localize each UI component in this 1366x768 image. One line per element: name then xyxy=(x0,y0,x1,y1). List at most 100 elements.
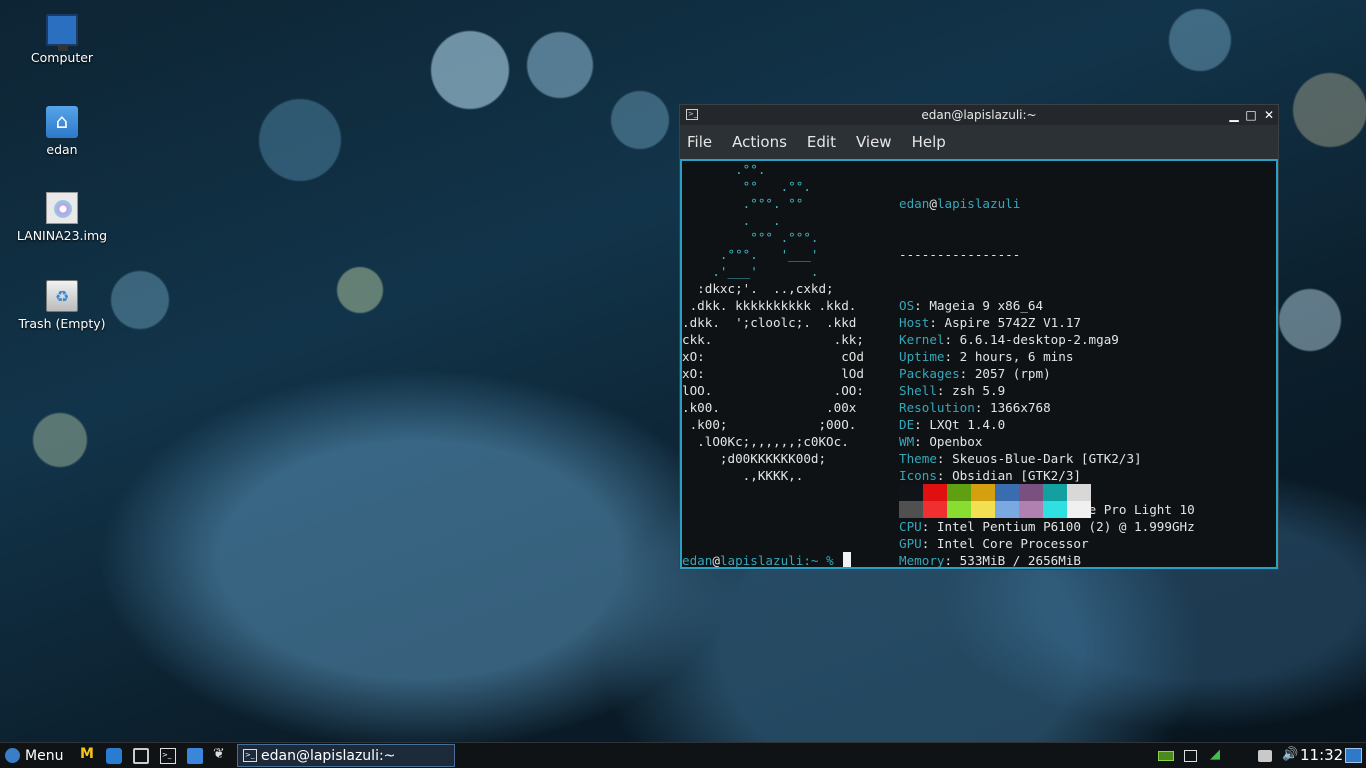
desktop-icon-computer[interactable]: Computer xyxy=(7,14,117,65)
palette-swatch xyxy=(947,501,971,518)
info-key: Icons xyxy=(899,468,937,483)
logo-line: .°°. xyxy=(682,162,766,177)
shell-prompt[interactable]: edan@lapislazuli:~ % xyxy=(682,552,852,569)
logo-line: .°°°. '___' xyxy=(682,247,819,262)
info-key: Host xyxy=(899,315,930,330)
info-key: GPU xyxy=(899,536,922,551)
menu-view[interactable]: View xyxy=(856,133,892,151)
maximize-button[interactable]: □ xyxy=(1243,105,1259,125)
info-value: : 6.6.14-desktop-2.mga9 xyxy=(944,332,1119,347)
menu-edit[interactable]: Edit xyxy=(807,133,836,151)
info-value: : 2057 (rpm) xyxy=(959,366,1051,381)
palette-swatch xyxy=(923,484,947,501)
logo-line: :dkxc;'. ..,cxkd; xyxy=(682,281,834,296)
logo-line: . . xyxy=(682,213,781,228)
info-key: Uptime xyxy=(899,349,945,364)
info-key: Packages xyxy=(899,366,960,381)
desktop-icon-label: Trash (Empty) xyxy=(18,316,106,331)
palette-swatch xyxy=(923,501,947,518)
info-value: : 1366x768 xyxy=(974,400,1051,415)
menu-button[interactable]: Menu xyxy=(5,743,63,768)
terminal-output[interactable]: .°°. °° .°°. .°°°. °° . . °°° .°°°. .°°°… xyxy=(680,159,1278,569)
removable-drive-icon[interactable] xyxy=(1258,750,1272,762)
screenshot-launcher-icon[interactable] xyxy=(133,748,149,764)
info-row: Host: Aspire 5742Z V1.17 xyxy=(899,314,1195,331)
info-value: : Obsidian [GTK2/3] xyxy=(936,468,1081,483)
taskbar: Menu M >_ ❦ >_ edan@lapislazuli:~ ◢ 🔊 11… xyxy=(0,742,1366,768)
info-row: Packages: 2057 (rpm) xyxy=(899,365,1195,382)
menu-label: Menu xyxy=(25,747,64,764)
close-button[interactable]: ✕ xyxy=(1261,105,1277,125)
wifi-icon[interactable]: ◢ xyxy=(1210,747,1226,763)
text-cursor xyxy=(843,552,852,567)
info-row: Resolution: 1366x768 xyxy=(899,399,1195,416)
window-titlebar[interactable]: >_ edan@lapislazuli:~ ▁ □ ✕ xyxy=(680,105,1278,125)
info-row: Kernel: 6.6.14-desktop-2.mga9 xyxy=(899,331,1195,348)
desktop-icon-label: LANINA23.img xyxy=(16,228,108,243)
info-row: DE: LXQt 1.4.0 xyxy=(899,416,1195,433)
computer-icon xyxy=(46,14,78,51)
info-separator: ---------------- xyxy=(899,247,1021,262)
info-row: Uptime: 2 hours, 6 mins xyxy=(899,348,1195,365)
clock[interactable]: 11:32 xyxy=(1300,743,1343,768)
info-value: : 2 hours, 6 mins xyxy=(944,349,1074,364)
info-value: : Intel Pentium P6100 (2) @ 1.999GHz xyxy=(921,519,1195,534)
logo-line: .'___' . xyxy=(682,264,819,279)
desktop-icon-label: edan xyxy=(46,142,78,157)
info-key: Memory xyxy=(899,553,945,568)
palette-swatch xyxy=(1019,501,1043,518)
logo-line: .°°°. °° xyxy=(682,196,804,211)
media-player-tray-icon[interactable] xyxy=(1184,750,1197,762)
menu-help[interactable]: Help xyxy=(912,133,946,151)
terminal-window[interactable]: >_ edan@lapislazuli:~ ▁ □ ✕ File Actions… xyxy=(679,104,1279,570)
logo-line: xO: lOd xyxy=(682,366,864,381)
butterfly-launcher-icon[interactable]: ❦ xyxy=(213,746,229,762)
desktop-icon-trash[interactable]: Trash (Empty) xyxy=(7,280,117,331)
show-desktop-icon[interactable] xyxy=(1345,748,1362,763)
terminal-app-icon[interactable]: >_ xyxy=(686,109,698,120)
file-manager-launcher-icon[interactable] xyxy=(106,748,122,764)
info-key: WM xyxy=(899,434,915,449)
info-row: OS: Mageia 9 x86_64 xyxy=(899,297,1195,314)
logo-line: ;d00KKKKKK00d; xyxy=(682,451,827,466)
home-launcher-icon[interactable] xyxy=(187,748,203,764)
minimize-button[interactable]: ▁ xyxy=(1226,105,1242,125)
terminal-launcher-icon[interactable]: >_ xyxy=(160,748,176,764)
palette-swatch xyxy=(1043,484,1067,501)
info-key: Resolution xyxy=(899,400,975,415)
distro-ascii-logo: .°°. °° .°°. .°°°. °° . . °°° .°°°. .°°°… xyxy=(682,161,864,484)
info-row: CPU: Intel Pentium P6100 (2) @ 1.999GHz xyxy=(899,518,1195,535)
battery-icon[interactable] xyxy=(1158,751,1174,761)
logo-line: .lO0Kc;,,,,,,;c0KOc. xyxy=(682,434,849,449)
palette-swatch xyxy=(1067,484,1091,501)
terminal-task-icon: >_ xyxy=(243,749,257,762)
volume-icon[interactable]: 🔊 xyxy=(1282,747,1298,763)
info-key: Theme xyxy=(899,451,937,466)
logo-line: °° .°°. xyxy=(682,179,811,194)
menu-file[interactable]: File xyxy=(687,133,712,151)
desktop-icon-home[interactable]: edan xyxy=(7,106,117,157)
info-key: Shell xyxy=(899,383,937,398)
taskbar-window-terminal[interactable]: >_ edan@lapislazuli:~ xyxy=(237,744,455,767)
mail-launcher-icon[interactable]: M xyxy=(80,746,96,762)
palette-swatch xyxy=(947,484,971,501)
prompt-user: edan xyxy=(682,553,713,568)
info-value: : 533MiB / 2656MiB xyxy=(944,553,1081,568)
logo-line: xO: cOd xyxy=(682,349,864,364)
info-host: lapislazuli xyxy=(936,196,1021,211)
info-key: DE xyxy=(899,417,915,432)
info-row: WM: Openbox xyxy=(899,433,1195,450)
terminal-menubar: File Actions Edit View Help xyxy=(680,125,1278,159)
info-value: : Openbox xyxy=(914,434,983,449)
palette-swatch xyxy=(1067,501,1091,518)
info-key: OS xyxy=(899,298,915,313)
info-value: : zsh 5.9 xyxy=(936,383,1006,398)
menu-actions[interactable]: Actions xyxy=(732,133,787,151)
palette-swatch xyxy=(1043,501,1067,518)
info-row: Icons: Obsidian [GTK2/3] xyxy=(899,467,1195,484)
palette-swatch xyxy=(971,501,995,518)
logo-line: .dkk. ';cloolc;. .kkd xyxy=(682,315,857,330)
prompt-path: :~ xyxy=(803,553,819,568)
disc-image-icon xyxy=(46,192,78,224)
desktop-icon-disc-image[interactable]: LANINA23.img xyxy=(7,192,117,243)
